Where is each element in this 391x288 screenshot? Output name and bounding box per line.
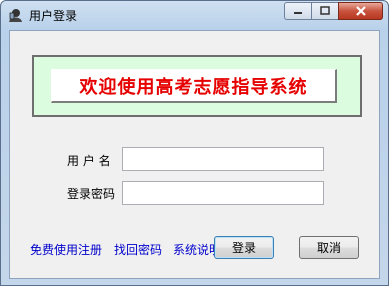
- register-link[interactable]: 免费使用注册: [30, 241, 102, 258]
- close-icon: [355, 6, 366, 16]
- username-label: 用 户 名: [67, 154, 111, 168]
- window-title: 用户登录: [29, 9, 78, 23]
- maximize-button[interactable]: [311, 2, 338, 20]
- minimize-icon: [294, 12, 302, 14]
- client-area: 欢迎使用高考志愿指导系统 用 户 名 登录密码 免费使用注册 找回密码 系统说明…: [9, 30, 380, 279]
- app-icon: [7, 7, 23, 23]
- welcome-banner: 欢迎使用高考志愿指导系统: [32, 55, 362, 117]
- welcome-text: 欢迎使用高考志愿指导系统: [79, 76, 308, 98]
- close-button[interactable]: [338, 2, 383, 20]
- minimize-button[interactable]: [284, 2, 311, 20]
- login-window: 用户登录 欢迎使用高考志愿指导系统 用 户 名 登录密码 免费使用注册 找回密码…: [0, 0, 389, 286]
- login-button[interactable]: 登录: [214, 236, 274, 259]
- title-bar[interactable]: 用户登录: [1, 1, 388, 29]
- maximize-icon: [320, 6, 330, 15]
- password-input[interactable]: [122, 181, 324, 205]
- window-controls: [284, 2, 383, 22]
- recover-password-link[interactable]: 找回密码: [114, 241, 162, 258]
- cancel-button[interactable]: 取消: [299, 236, 359, 259]
- welcome-banner-panel: 欢迎使用高考志愿指导系统: [51, 69, 337, 103]
- username-input[interactable]: [122, 147, 324, 171]
- password-label: 登录密码: [67, 187, 116, 201]
